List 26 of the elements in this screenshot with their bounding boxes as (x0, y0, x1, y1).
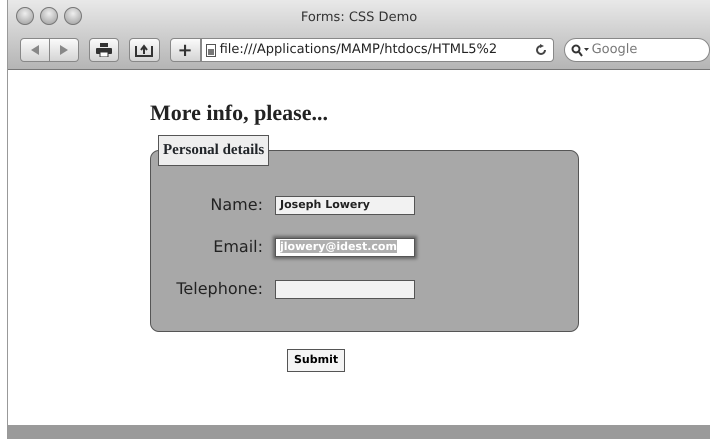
page-heading: More info, please... (150, 99, 330, 127)
field-label: Name: (210, 195, 263, 214)
upload-tray-icon (135, 43, 154, 57)
input-field[interactable] (275, 280, 415, 298)
input-field[interactable]: Joseph Lowery (275, 196, 415, 214)
print-button[interactable] (89, 38, 120, 62)
back-icon (30, 45, 40, 55)
fieldset-legend: Personal details (158, 135, 270, 166)
add-bookmark-button[interactable]: + (170, 38, 201, 62)
back-button[interactable] (20, 38, 50, 62)
reload-icon[interactable] (534, 44, 547, 56)
page-icon (206, 44, 216, 56)
close-button[interactable] (16, 7, 34, 25)
address-field[interactable]: file:///Applications/MAMP/htdocs/HTML5%2 (200, 38, 554, 62)
field-label: Email: (213, 237, 263, 256)
share-button[interactable] (129, 38, 160, 62)
field-label: Telephone: (176, 279, 263, 298)
window-title: Forms: CSS Demo (300, 10, 418, 26)
forward-button[interactable] (50, 38, 79, 62)
minimize-button[interactable] (40, 7, 58, 25)
forward-icon (59, 45, 69, 55)
printer-icon (96, 43, 112, 57)
search-icon (570, 44, 589, 56)
zoom-button[interactable] (64, 7, 82, 25)
search-field[interactable]: Google (564, 38, 710, 62)
submit-button[interactable]: Submit (287, 349, 346, 372)
